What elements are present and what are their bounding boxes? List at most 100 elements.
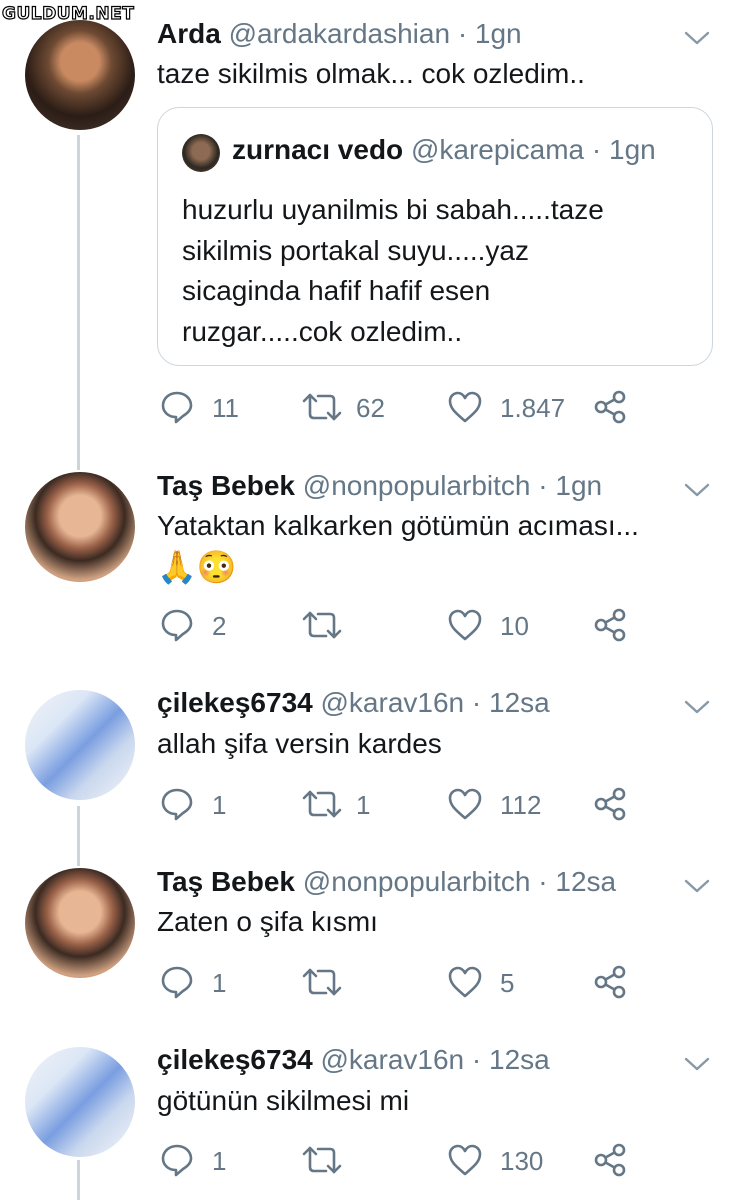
retweet-icon <box>302 1146 342 1174</box>
timestamp[interactable]: · 1gn <box>458 18 522 49</box>
tweet[interactable]: çilekeş6734 @karav16n · 12sa götünün sik… <box>0 1035 739 1200</box>
retweet-button[interactable] <box>300 963 400 1003</box>
reply-count: 11 <box>212 393 239 423</box>
like-button[interactable]: 1.847 <box>447 388 577 428</box>
display-name[interactable]: çilekeş6734 <box>157 1044 313 1075</box>
reply-button[interactable]: 1 <box>160 785 250 825</box>
avatar[interactable] <box>25 868 135 978</box>
display-name[interactable]: çilekeş6734 <box>157 687 313 718</box>
retweet-icon <box>302 611 342 639</box>
reply-icon <box>161 1144 193 1177</box>
retweet-button[interactable] <box>300 1141 400 1181</box>
user-handle[interactable]: @nonpopularbitch <box>303 470 531 501</box>
reply-button[interactable]: 1 <box>160 963 250 1003</box>
like-button[interactable]: 130 <box>447 1141 577 1181</box>
tweet-text: götünün sikilmesi mi <box>157 1085 410 1116</box>
user-handle[interactable]: @nonpopularbitch <box>303 866 531 897</box>
quoted-header: zurnacı vedo @karepicama · 1gn <box>232 134 656 166</box>
chevron-down-icon[interactable] <box>683 1054 711 1074</box>
avatar[interactable] <box>25 1047 135 1157</box>
like-icon <box>448 1144 482 1176</box>
retweet-button[interactable] <box>300 606 400 646</box>
watermark: GULDUM.NET <box>1 3 135 24</box>
quoted-tweet[interactable]: zurnacı vedo @karepicama · 1gn huzurlu u… <box>157 107 713 366</box>
display-name[interactable]: Taş Bebek <box>157 470 295 501</box>
timestamp[interactable]: · 12sa <box>472 1044 550 1075</box>
share-icon <box>594 965 626 999</box>
reply-icon <box>161 609 193 642</box>
retweet-button[interactable]: 1 <box>300 785 400 825</box>
tweet[interactable]: Taş Bebek @nonpopularbitch · 1gn Yatakta… <box>0 460 739 675</box>
quoted-display-name: zurnacı vedo <box>232 134 404 165</box>
retweet-count: 1 <box>356 790 371 820</box>
tweet[interactable]: Arda @ardakardashian · 1gn taze sikilmis… <box>0 0 739 460</box>
avatar[interactable] <box>25 472 135 582</box>
share-icon <box>594 608 626 642</box>
reply-count: 2 <box>212 611 227 641</box>
tweet-text: Zaten o şifa kısmı <box>157 906 378 937</box>
user-handle[interactable]: @karav16n <box>321 1044 465 1075</box>
like-button[interactable]: 5 <box>447 963 577 1003</box>
display-name[interactable]: Arda <box>157 18 221 49</box>
like-count: 5 <box>500 968 515 998</box>
reply-button[interactable]: 1 <box>160 1141 250 1181</box>
share-icon <box>594 390 626 424</box>
like-button[interactable]: 10 <box>447 606 577 646</box>
like-count: 112 <box>500 790 542 820</box>
tweet-header: Taş Bebek @nonpopularbitch · 1gn <box>157 470 602 502</box>
like-button[interactable]: 112 <box>447 785 577 825</box>
share-button[interactable] <box>593 388 629 428</box>
tweet-header: Arda @ardakardashian · 1gn <box>157 18 522 50</box>
chevron-down-icon[interactable] <box>683 876 711 896</box>
avatar[interactable] <box>25 20 135 130</box>
chevron-down-icon[interactable] <box>683 697 711 717</box>
quoted-timestamp: · 1gn <box>591 134 656 165</box>
reply-icon <box>161 391 193 424</box>
tweet-header: çilekeş6734 @karav16n · 12sa <box>157 687 550 719</box>
like-count: 130 <box>500 1146 544 1176</box>
retweet-button[interactable]: 62 <box>300 388 400 428</box>
timestamp[interactable]: · 12sa <box>472 687 550 718</box>
share-button[interactable] <box>593 606 629 646</box>
user-handle[interactable]: @karav16n <box>321 687 465 718</box>
timestamp[interactable]: · 1gn <box>538 470 602 501</box>
tweet-text: allah şifa versin kardes <box>157 728 442 759</box>
tweet-text: taze sikilmis olmak... cok ozledim.. <box>157 58 585 89</box>
reply-icon <box>161 966 193 999</box>
share-icon <box>594 787 626 821</box>
share-icon <box>594 1143 626 1177</box>
retweet-count: 62 <box>356 393 385 423</box>
chevron-down-icon[interactable] <box>683 480 711 500</box>
tweet-header: Taş Bebek @nonpopularbitch · 12sa <box>157 866 616 898</box>
share-button[interactable] <box>593 963 629 1003</box>
avatar[interactable] <box>25 690 135 800</box>
retweet-icon <box>302 393 342 421</box>
quoted-avatar <box>182 134 220 172</box>
tweet-text: Yataktan kalkarken götümün acıması... <box>157 510 639 541</box>
tweet[interactable]: Taş Bebek @nonpopularbitch · 12sa Zaten … <box>0 855 739 1035</box>
quoted-text: huzurlu uyanilmis bi sabah.....taze siki… <box>182 194 604 347</box>
retweet-icon <box>302 968 342 996</box>
like-icon <box>448 788 482 820</box>
emoji-text: 🙏😳 <box>157 549 237 585</box>
like-icon <box>448 609 482 641</box>
tweet[interactable]: çilekeş6734 @karav16n · 12sa allah şifa … <box>0 675 739 855</box>
reply-button[interactable]: 2 <box>160 606 250 646</box>
reply-count: 1 <box>212 790 227 820</box>
timestamp[interactable]: · 12sa <box>538 866 616 897</box>
reply-button[interactable]: 11 <box>160 388 250 428</box>
reply-count: 1 <box>212 968 227 998</box>
like-icon <box>448 966 482 998</box>
chevron-down-icon[interactable] <box>683 28 711 48</box>
share-button[interactable] <box>593 1141 629 1181</box>
like-count: 10 <box>500 611 529 641</box>
share-button[interactable] <box>593 785 629 825</box>
tweet-header: çilekeş6734 @karav16n · 12sa <box>157 1044 550 1076</box>
display-name[interactable]: Taş Bebek <box>157 866 295 897</box>
like-icon <box>448 391 482 423</box>
reply-icon <box>161 788 193 821</box>
retweet-icon <box>302 790 342 818</box>
like-count: 1.847 <box>500 393 566 423</box>
reply-count: 1 <box>212 1146 227 1176</box>
user-handle[interactable]: @ardakardashian <box>229 18 450 49</box>
